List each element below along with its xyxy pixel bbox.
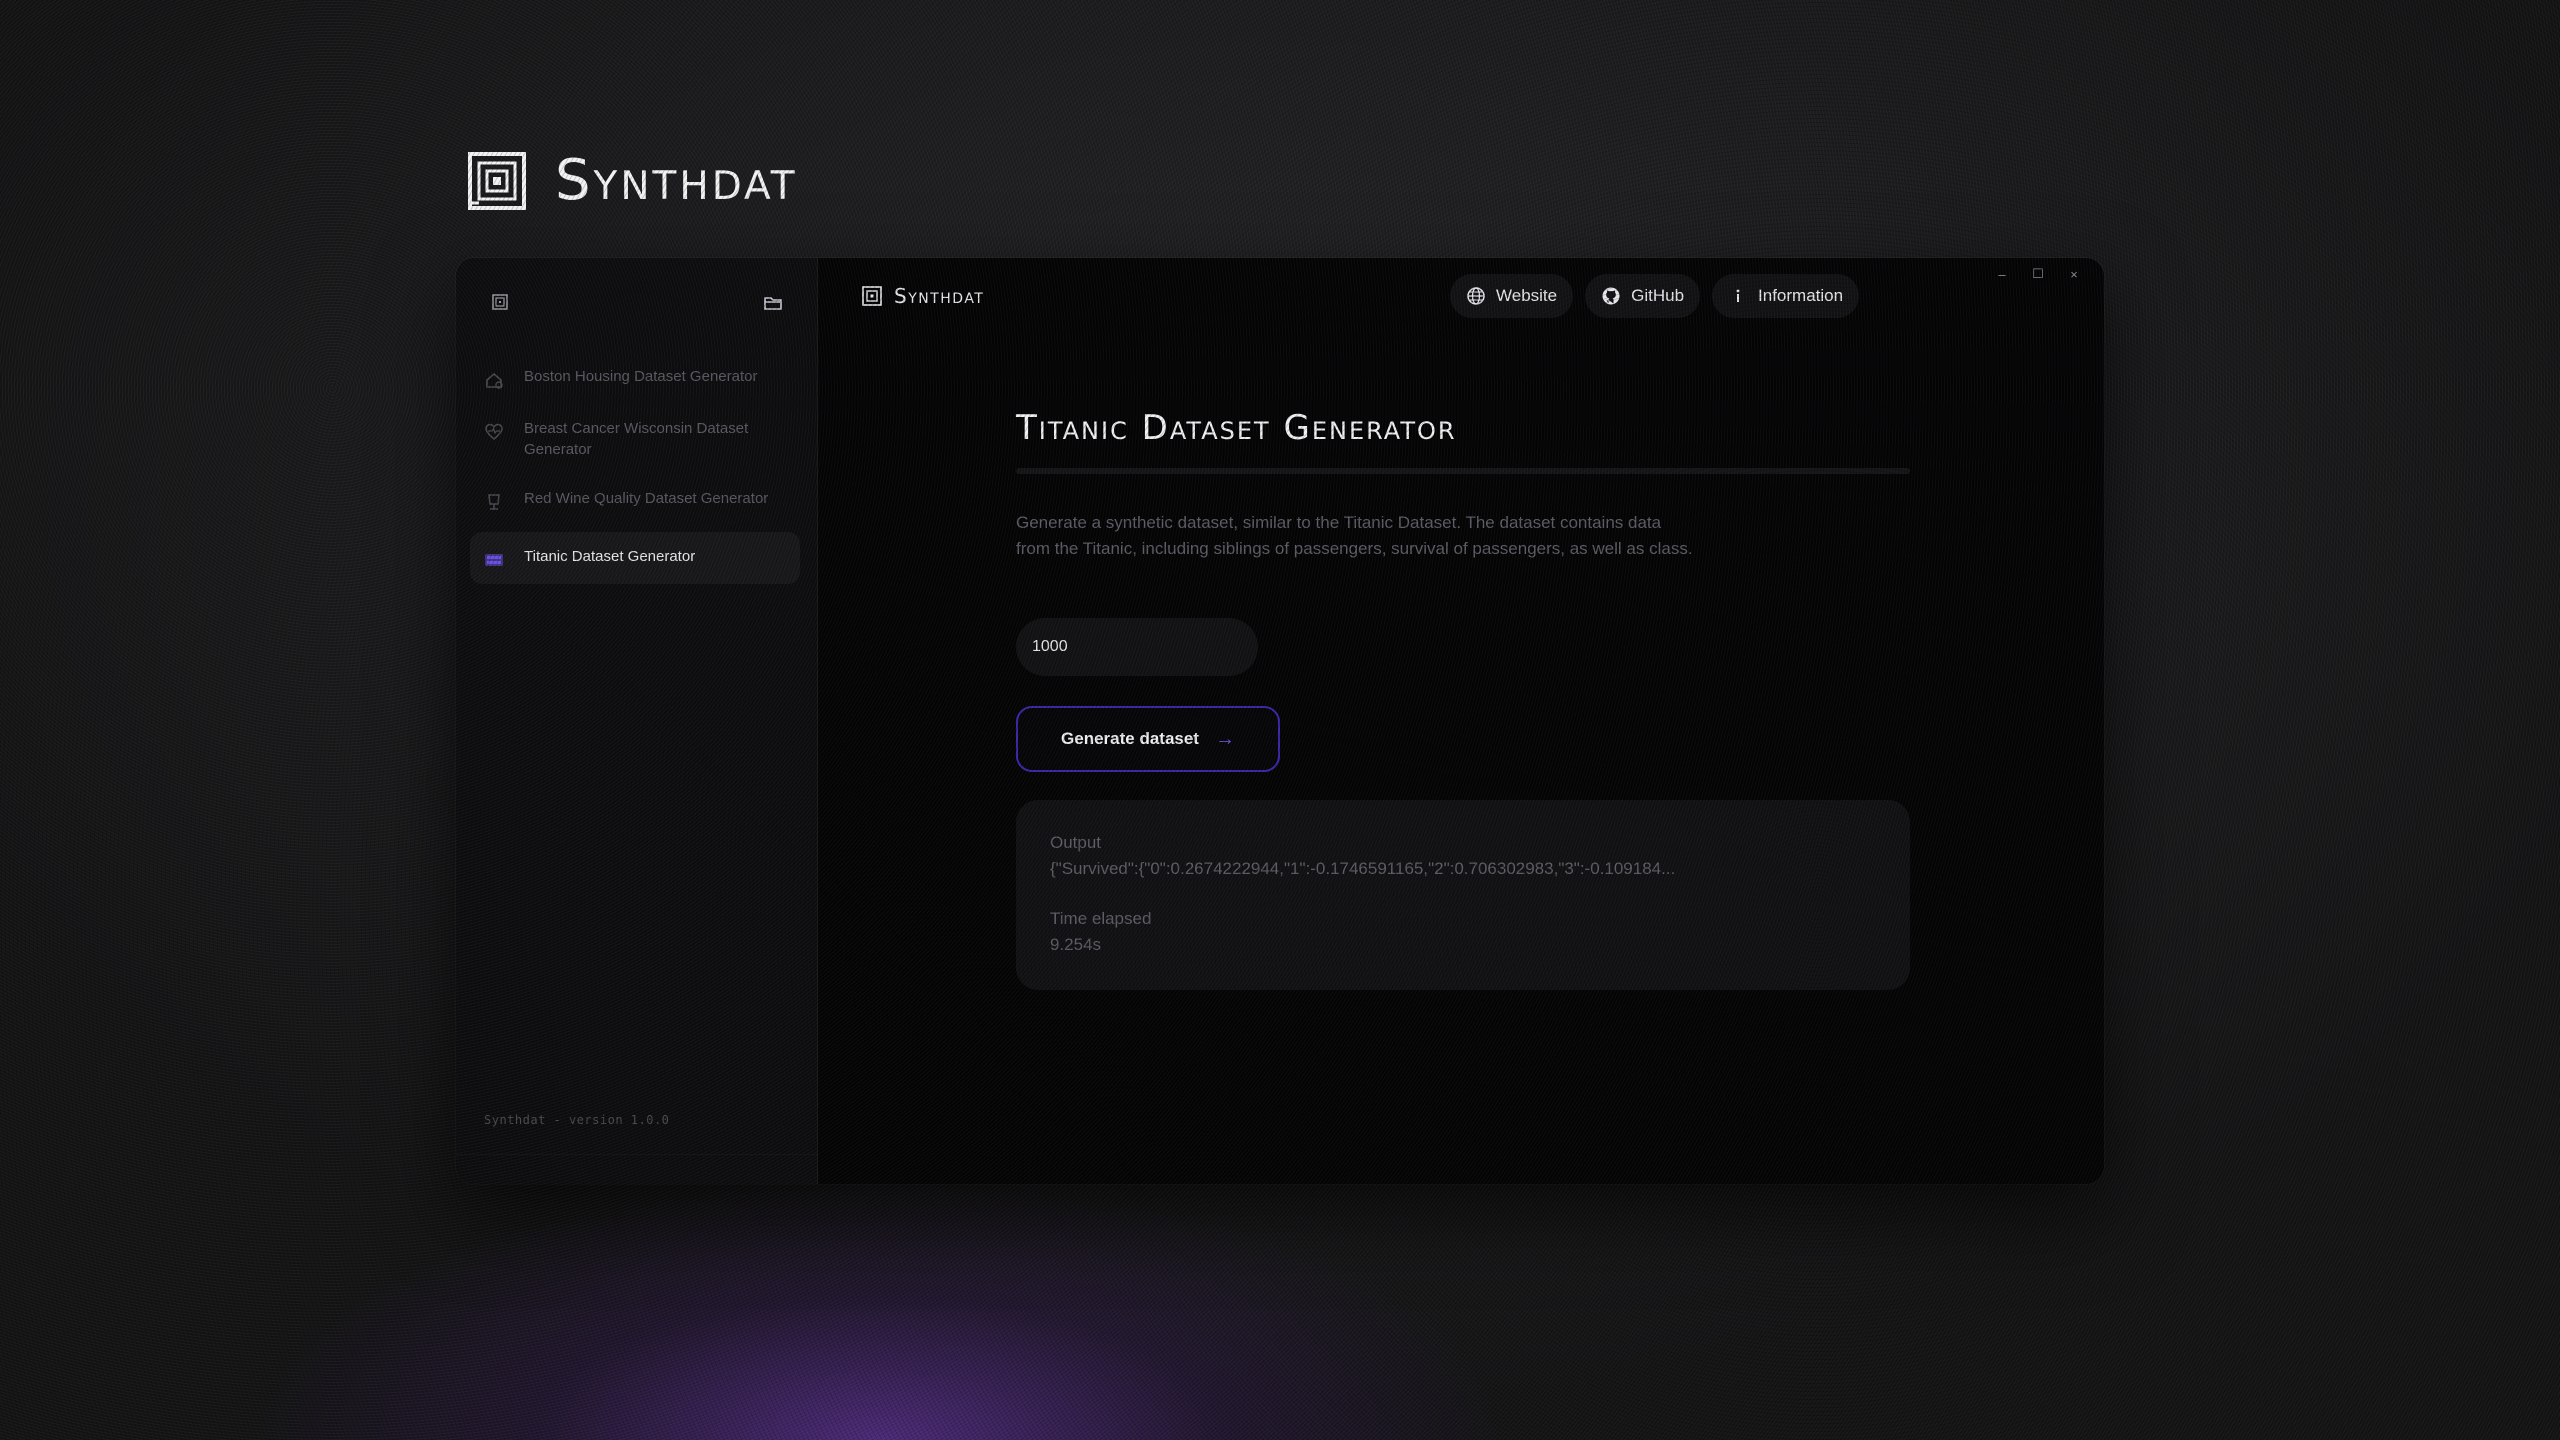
sidebar: Boston Housing Dataset Generator Breast …: [456, 258, 818, 1184]
github-label: GitHub: [1631, 286, 1685, 305]
info-icon: [1736, 289, 1740, 302]
sidebar-footer: [456, 1154, 817, 1184]
main-panel: Synthdat Website GitHub Information – ☐ …: [818, 258, 2104, 1184]
arrow-right-icon: →: [1214, 727, 1235, 750]
generate-dataset-label: Generate dataset: [1061, 729, 1199, 748]
house-icon: [486, 372, 503, 389]
synthdat-logo-icon: [468, 151, 526, 210]
window-controls: – ☐ ×: [1986, 262, 2090, 286]
time-elapsed-label: Time elapsed: [1050, 909, 1152, 928]
output-value[interactable]: {"Survived":{"0":0.2674222944,"1":-0.174…: [1050, 856, 1876, 882]
website-button[interactable]: Website: [1450, 274, 1574, 318]
sidebar-item-label: Breast Cancer Wisconsin Dataset Generato…: [524, 420, 749, 458]
sidebar-item-label: Red Wine Quality Dataset Generator: [524, 490, 769, 507]
wine-glass-icon: [488, 494, 500, 510]
close-button[interactable]: ×: [2058, 262, 2090, 286]
website-label: Website: [1496, 286, 1558, 305]
sidebar-item-label: Boston Housing Dataset Generator: [524, 368, 758, 385]
topbar-actions: Website GitHub Information: [1450, 274, 1860, 318]
minimize-button[interactable]: –: [1986, 262, 2018, 286]
brand-header: Synthdat: [467, 148, 798, 213]
maximize-button[interactable]: ☐: [2022, 262, 2054, 286]
sidebar-header: [456, 258, 817, 348]
generate-dataset-button[interactable]: Generate dataset →: [1016, 706, 1280, 772]
page-title: Titanic Dataset Generator: [1016, 408, 1457, 448]
ship-icon: [485, 554, 503, 566]
globe-icon: [1467, 287, 1485, 305]
sample-count-input[interactable]: [1016, 618, 1258, 676]
sidebar-item-boston-housing[interactable]: Boston Housing Dataset Generator: [470, 358, 800, 398]
time-elapsed-value: 9.254s: [1050, 935, 1102, 954]
output-card: Output {"Survived":{"0":0.2674222944,"1"…: [1016, 800, 1910, 990]
generator-content: Titanic Dataset Generator Generate a syn…: [1016, 408, 1910, 990]
topbar: Synthdat Website GitHub Information – ☐ …: [818, 258, 2104, 328]
app-title-text: Synthdat: [894, 284, 985, 308]
version-label: Synthdat - version 1.0.0: [484, 1113, 670, 1127]
sidebar-item-titanic[interactable]: Titanic Dataset Generator: [470, 532, 800, 584]
title-divider: [1016, 468, 1910, 474]
github-button[interactable]: GitHub: [1585, 274, 1701, 318]
github-icon: [1602, 287, 1620, 305]
information-button[interactable]: Information: [1712, 274, 1860, 318]
information-label: Information: [1758, 286, 1844, 305]
folder-icon[interactable]: [764, 296, 782, 310]
heart-pulse-icon: [485, 423, 503, 440]
output-label: Output: [1050, 833, 1102, 852]
app-logo-icon[interactable]: [492, 294, 508, 310]
sidebar-nav: Boston Housing Dataset Generator Breast …: [470, 358, 800, 596]
page-description: Generate a synthetic dataset, similar to…: [1016, 513, 1693, 558]
app-title: Synthdat: [862, 284, 984, 308]
sidebar-item-red-wine[interactable]: Red Wine Quality Dataset Generator: [470, 480, 800, 520]
sidebar-item-breast-cancer[interactable]: Breast Cancer Wisconsin Dataset Generato…: [470, 410, 800, 468]
sidebar-item-label: Titanic Dataset Generator: [524, 548, 696, 565]
brand-name: Synthdat: [555, 148, 798, 213]
synthdat-logo-icon: [862, 286, 882, 306]
app-window: Boston Housing Dataset Generator Breast …: [456, 258, 2104, 1184]
